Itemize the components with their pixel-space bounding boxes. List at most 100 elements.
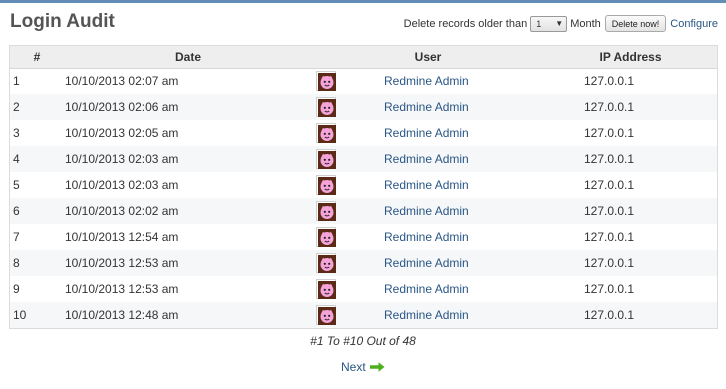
table-row: 8 10/10/2013 12:53 am Redmine Admin 127.0.0… — [10, 250, 717, 276]
dropdown-arrow-icon: ▼ — [555, 19, 564, 28]
column-header-number: # — [10, 46, 64, 69]
column-header-date: Date — [64, 46, 312, 69]
row-ip-address: 127.0.0.1 — [544, 198, 717, 224]
row-ip-address: 127.0.0.1 — [544, 68, 717, 94]
row-avatar-cell — [312, 302, 340, 328]
month-label: Month — [570, 17, 601, 30]
row-ip-address: 127.0.0.1 — [544, 120, 717, 146]
user-avatar-icon — [316, 175, 336, 195]
row-number: 9 — [10, 276, 64, 302]
user-avatar-icon — [316, 279, 336, 299]
user-link[interactable]: Redmine Admin — [384, 282, 469, 296]
table-row: 4 10/10/2013 02:03 am Redmine Admin 127.0.0… — [10, 146, 717, 172]
row-avatar-cell — [312, 68, 340, 94]
configure-link[interactable]: Configure — [670, 18, 718, 30]
page-title: Login Audit — [10, 11, 115, 32]
column-header-ip: IP Address — [544, 46, 717, 69]
table-header-row: # Date User IP Address — [10, 46, 717, 69]
row-number: 4 — [10, 146, 64, 172]
row-user-cell: Redmine Admin — [340, 172, 544, 198]
row-avatar-cell — [312, 198, 340, 224]
user-avatar-icon — [316, 123, 336, 143]
row-user-cell: Redmine Admin — [340, 250, 544, 276]
user-link[interactable]: Redmine Admin — [384, 308, 469, 322]
row-user-cell: Redmine Admin — [340, 276, 544, 302]
user-avatar-icon — [316, 305, 336, 325]
table-row: 5 10/10/2013 02:03 am Redmine Admin 127.0.0… — [10, 172, 717, 198]
pagination-info: #1 To #10 Out of 48 — [310, 334, 416, 348]
row-date: 10/10/2013 12:54 am — [64, 224, 312, 250]
next-page-link[interactable]: Next — [341, 360, 385, 374]
row-ip-address: 127.0.0.1 — [544, 94, 717, 120]
row-number: 6 — [10, 198, 64, 224]
row-avatar-cell — [312, 120, 340, 146]
right-arrow-icon — [369, 362, 385, 372]
row-number: 5 — [10, 172, 64, 198]
user-link[interactable]: Redmine Admin — [384, 152, 469, 166]
row-date: 10/10/2013 02:03 am — [64, 172, 312, 198]
column-header-user: User — [312, 46, 544, 69]
row-user-cell: Redmine Admin — [340, 68, 544, 94]
row-ip-address: 127.0.0.1 — [544, 224, 717, 250]
user-avatar-icon — [316, 201, 336, 221]
row-number: 1 — [10, 68, 64, 94]
page-header: Login Audit Delete records older than 1 … — [0, 3, 726, 43]
row-date: 10/10/2013 02:03 am — [64, 146, 312, 172]
row-ip-address: 127.0.0.1 — [544, 172, 717, 198]
row-avatar-cell — [312, 172, 340, 198]
months-select[interactable]: 1 ▼ — [530, 15, 568, 32]
delete-now-button[interactable]: Delete now! — [604, 15, 667, 32]
row-user-cell: Redmine Admin — [340, 146, 544, 172]
row-user-cell: Redmine Admin — [340, 198, 544, 224]
months-select-value: 1 — [536, 18, 542, 29]
row-avatar-cell — [312, 250, 340, 276]
row-avatar-cell — [312, 276, 340, 302]
row-ip-address: 127.0.0.1 — [544, 302, 717, 328]
table-row: 6 10/10/2013 02:02 am Redmine Admin 127.0.0… — [10, 198, 717, 224]
user-avatar-icon — [316, 253, 336, 273]
table-row: 2 10/10/2013 02:06 am Redmine Admin 127.0.0… — [10, 94, 717, 120]
row-date: 10/10/2013 12:53 am — [64, 276, 312, 302]
table-row: 3 10/10/2013 02:05 am Redmine Admin 127.0.0… — [10, 120, 717, 146]
table-row: 10 10/10/2013 12:48 am Redmine Admin 127.0.… — [10, 302, 717, 328]
row-number: 8 — [10, 250, 64, 276]
row-ip-address: 127.0.0.1 — [544, 250, 717, 276]
user-avatar-icon — [316, 227, 336, 247]
row-date: 10/10/2013 02:05 am — [64, 120, 312, 146]
user-link[interactable]: Redmine Admin — [384, 256, 469, 270]
user-link[interactable]: Redmine Admin — [384, 126, 469, 140]
user-avatar-icon — [316, 149, 336, 169]
user-link[interactable]: Redmine Admin — [384, 74, 469, 88]
row-avatar-cell — [312, 146, 340, 172]
user-link[interactable]: Redmine Admin — [384, 230, 469, 244]
user-link[interactable]: Redmine Admin — [384, 100, 469, 114]
user-avatar-icon — [316, 71, 336, 92]
row-avatar-cell — [312, 224, 340, 250]
row-ip-address: 127.0.0.1 — [544, 146, 717, 172]
row-date: 10/10/2013 02:02 am — [64, 198, 312, 224]
user-link[interactable]: Redmine Admin — [384, 178, 469, 192]
user-link[interactable]: Redmine Admin — [384, 204, 469, 218]
login-audit-table: # Date User IP Address 1 10/10/2013 02:07… — [9, 45, 718, 329]
user-avatar-icon — [316, 97, 336, 117]
row-date: 10/10/2013 12:53 am — [64, 250, 312, 276]
table-row: 1 10/10/2013 02:07 am Redmine Admin 127.0.0… — [10, 68, 717, 94]
next-label: Next — [341, 360, 366, 374]
row-user-cell: Redmine Admin — [340, 120, 544, 146]
row-number: 7 — [10, 224, 64, 250]
row-number: 3 — [10, 120, 64, 146]
delete-records-controls: Delete records older than 1 ▼ Month Dele… — [404, 15, 718, 32]
row-date: 10/10/2013 12:48 am — [64, 302, 312, 328]
row-number: 2 — [10, 94, 64, 120]
row-user-cell: Redmine Admin — [340, 302, 544, 328]
row-ip-address: 127.0.0.1 — [544, 276, 717, 302]
row-user-cell: Redmine Admin — [340, 224, 544, 250]
row-date: 10/10/2013 02:06 am — [64, 94, 312, 120]
row-number: 10 — [10, 302, 64, 328]
row-avatar-cell — [312, 94, 340, 120]
row-date: 10/10/2013 02:07 am — [64, 68, 312, 94]
delete-records-label: Delete records older than — [403, 17, 528, 30]
table-row: 9 10/10/2013 12:53 am Redmine Admin 127.0.0… — [10, 276, 717, 302]
table-row: 7 10/10/2013 12:54 am Redmine Admin 127.0.0… — [10, 224, 717, 250]
row-user-cell: Redmine Admin — [340, 94, 544, 120]
